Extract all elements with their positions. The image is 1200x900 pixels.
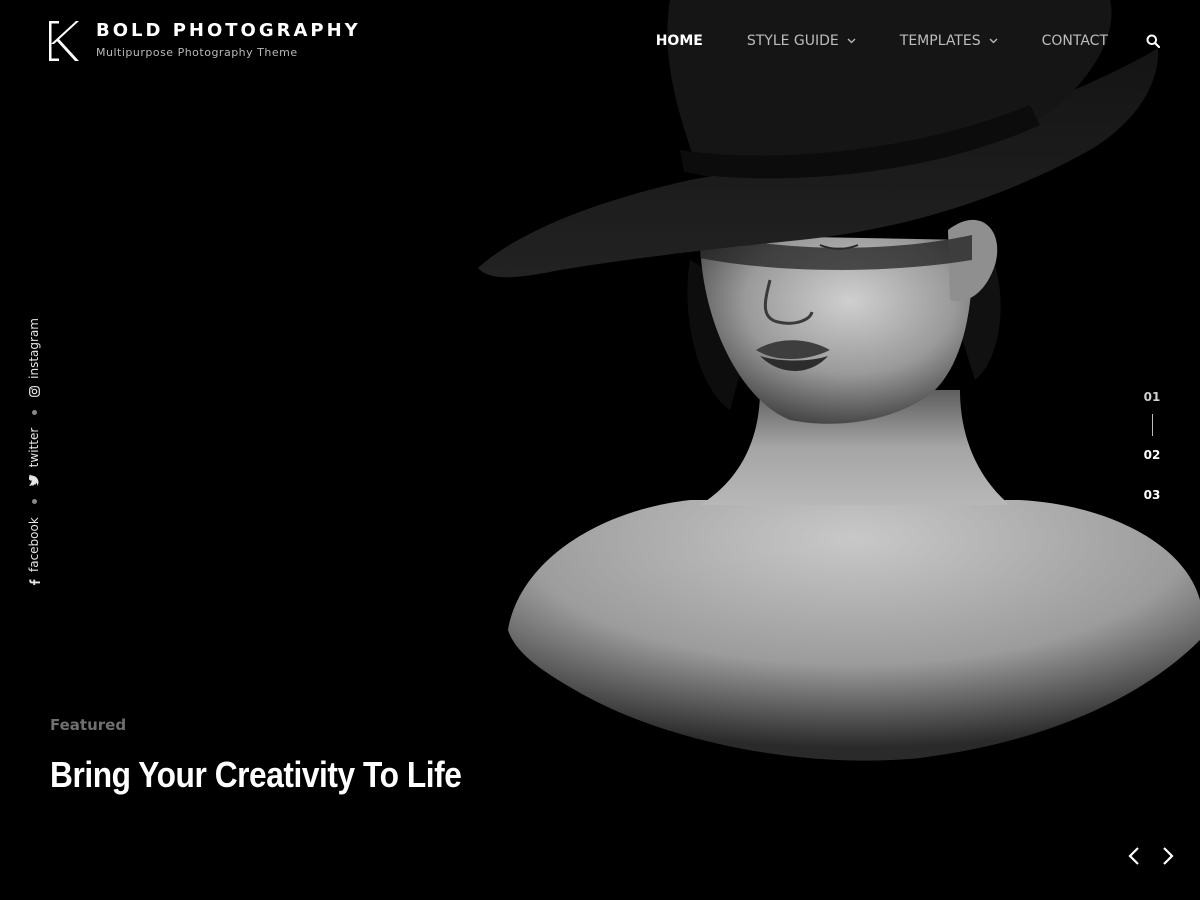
site-tagline: Multipurpose Photography Theme [96,46,298,59]
k-logo-icon [49,21,79,61]
slide-indicator-03[interactable]: 03 [1132,488,1172,502]
chevron-left-icon [1128,847,1139,865]
chevron-down-icon [847,38,856,44]
search-button[interactable] [1146,34,1160,48]
social-links: facebook twitter instagram [22,318,46,586]
slide-indicator-01[interactable]: 01 [1132,390,1172,404]
nav-item-templates[interactable]: TEMPLATES [900,33,998,49]
next-slide-button[interactable] [1158,846,1176,866]
social-facebook[interactable]: facebook [27,517,41,586]
caption-category[interactable]: Featured [50,716,518,734]
slide-caption: Featured Bring Your Creativity To Life [50,716,518,796]
social-label: instagram [27,318,41,379]
site-logo[interactable]: BOLD PHOTOGRAPHY Multipurpose Photograph… [48,20,361,62]
twitter-icon [29,474,39,487]
nav-item-home[interactable]: HOME [656,33,703,49]
instagram-icon [28,385,40,397]
separator-dot [31,409,37,415]
slider-arrows [1126,846,1176,866]
active-indicator-line [1151,414,1153,436]
social-label: twitter [27,427,41,468]
nav-label: TEMPLATES [899,33,981,49]
main-nav: HOME STYLE GUIDE TEMPLATES CONTACT [656,33,1160,49]
prev-slide-button[interactable] [1126,846,1144,866]
site-title[interactable]: BOLD PHOTOGRAPHY [96,20,361,42]
caption-title[interactable]: Bring Your Creativity To Life [50,754,462,796]
social-instagram[interactable]: instagram [27,318,41,397]
chevron-right-icon [1163,847,1174,865]
separator-dot [31,499,37,505]
nav-item-style-guide[interactable]: STYLE GUIDE [747,33,856,49]
nav-label: CONTACT [1041,33,1108,49]
facebook-icon [28,579,40,585]
nav-label: HOME [655,33,703,49]
chevron-down-icon [989,38,998,44]
social-twitter[interactable]: twitter [27,428,41,487]
search-icon [1146,34,1160,48]
slide-indicators: 01 02 03 [1132,390,1172,502]
nav-item-contact[interactable]: CONTACT [1042,33,1108,49]
slide-indicator-02[interactable]: 02 [1132,448,1172,462]
nav-label: STYLE GUIDE [746,33,839,49]
social-label: facebook [27,517,41,572]
